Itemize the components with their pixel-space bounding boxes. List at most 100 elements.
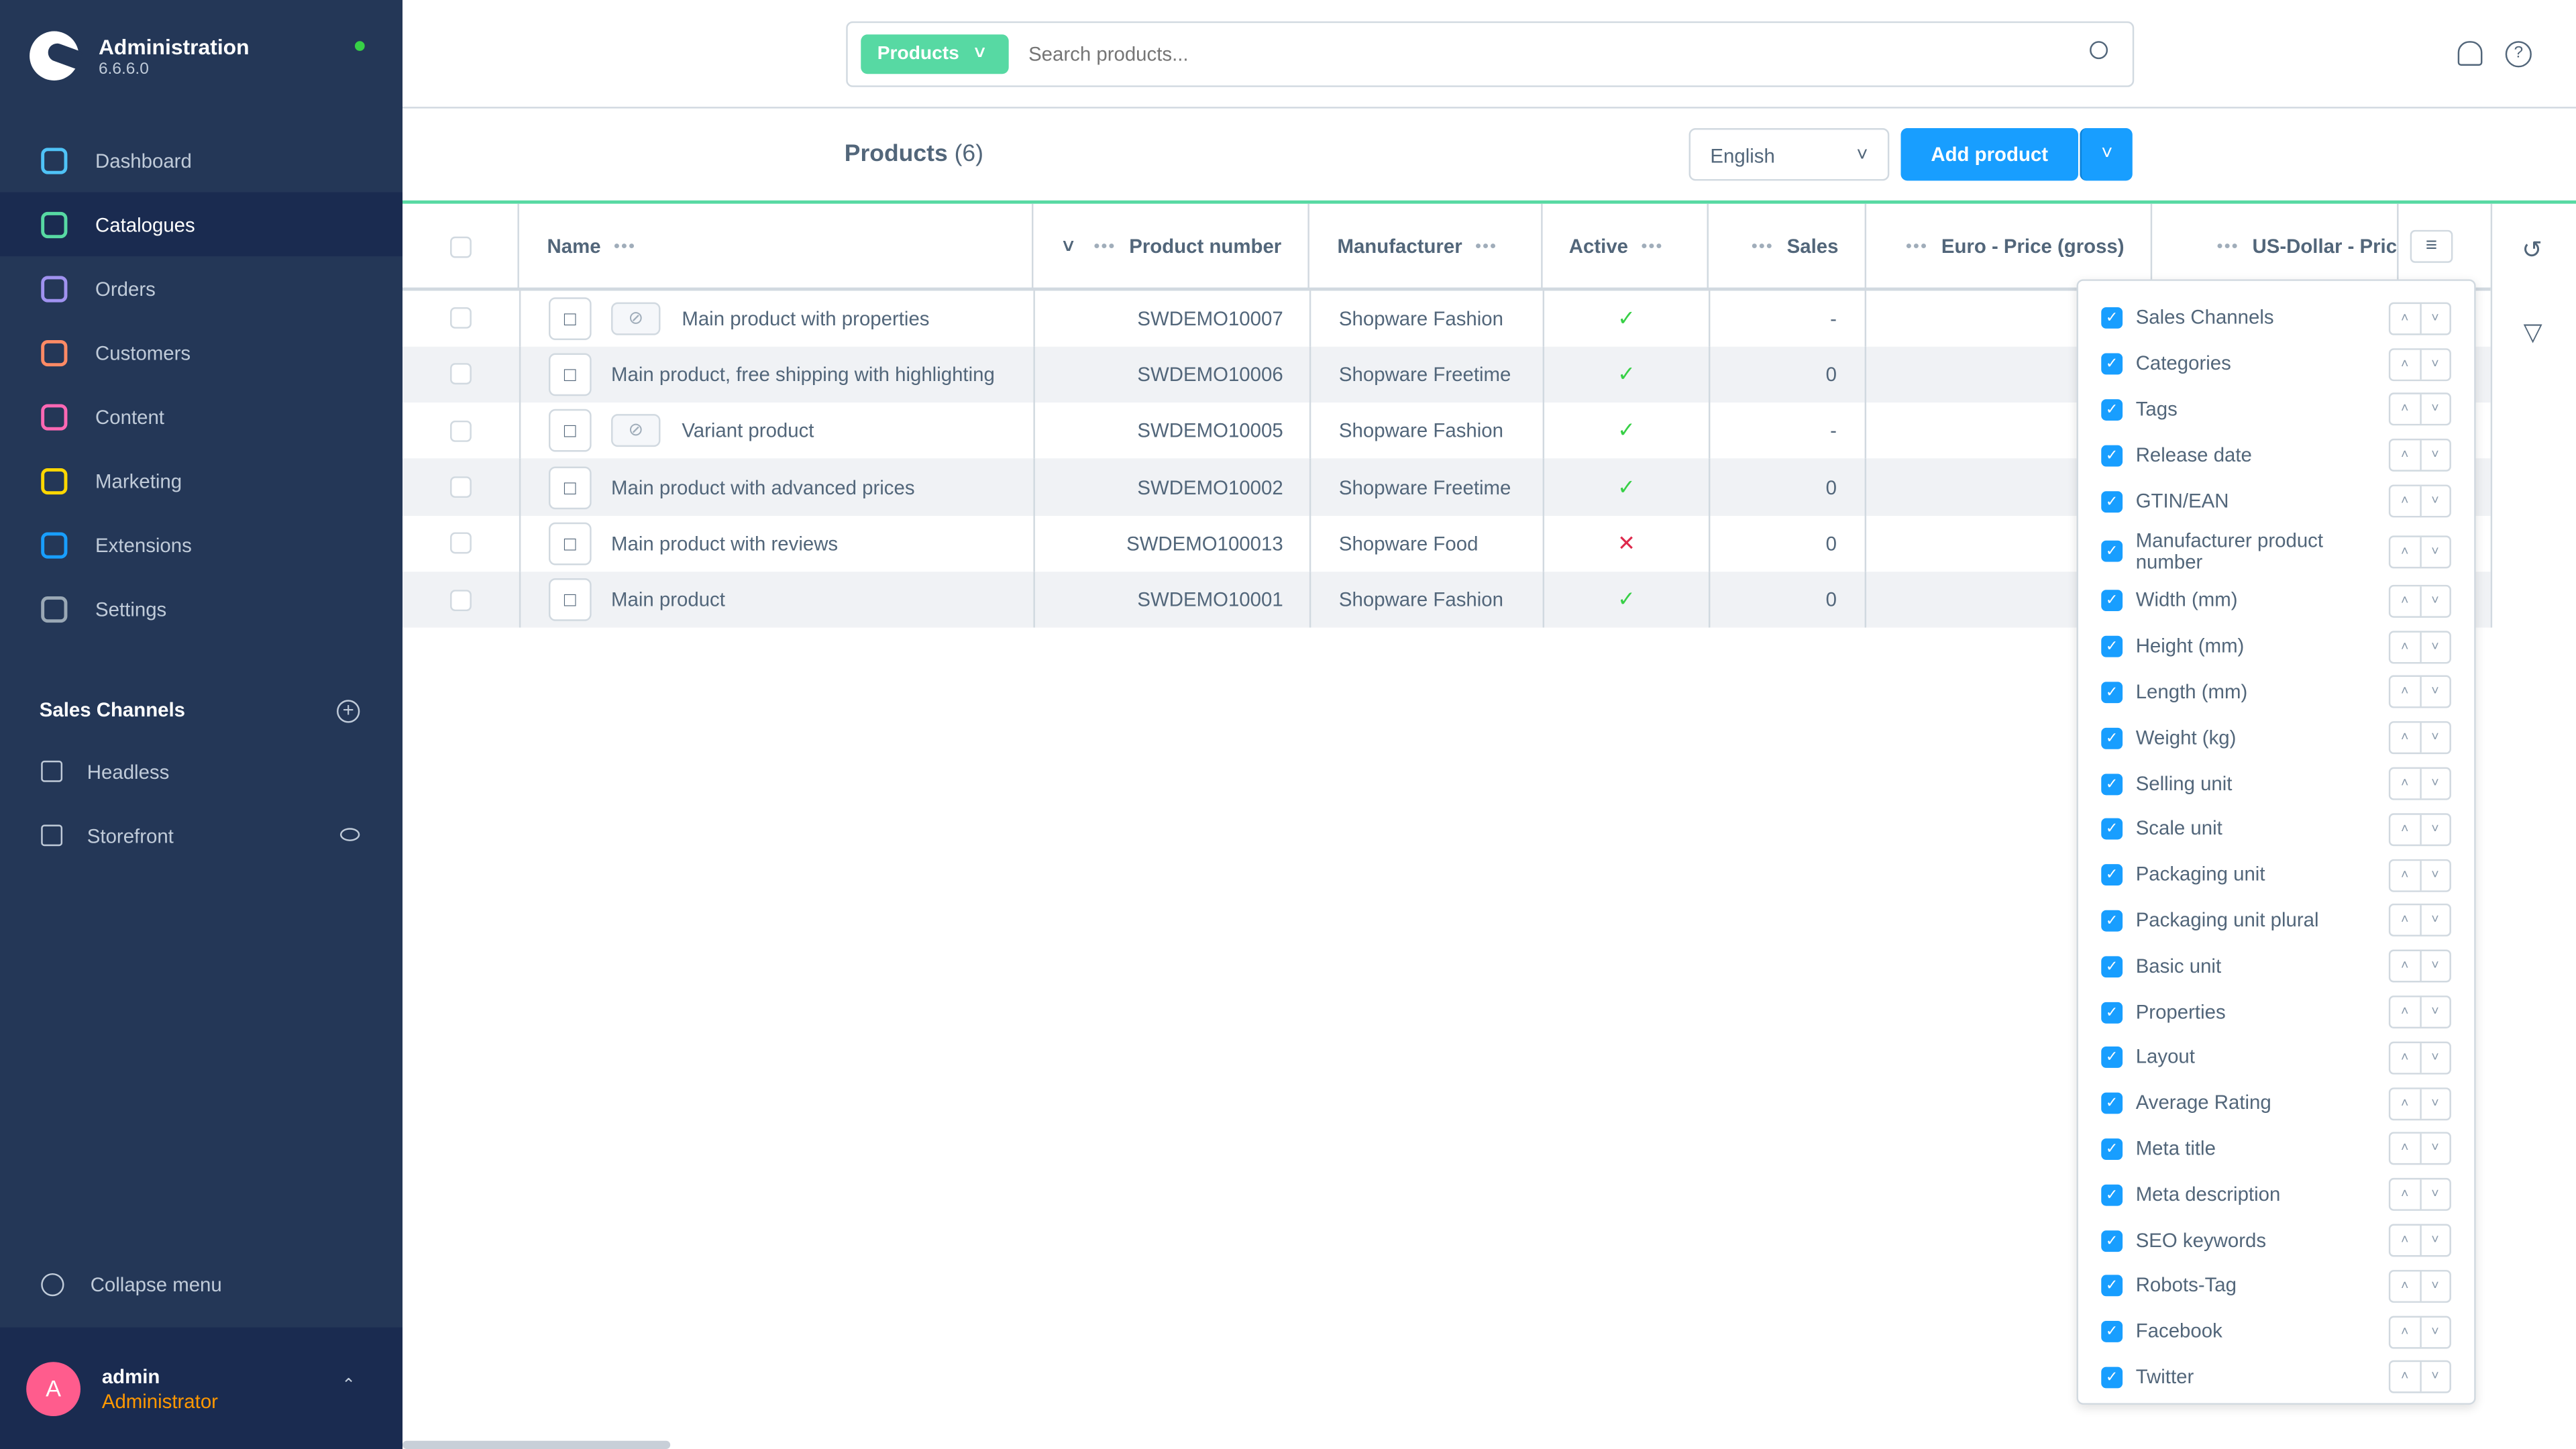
move-down-button[interactable]: ˅ bbox=[2421, 906, 2450, 936]
move-down-button[interactable]: ˅ bbox=[2421, 678, 2450, 707]
product-name-link[interactable]: Main product with reviews bbox=[611, 532, 838, 555]
product-name-link[interactable]: Main product with properties bbox=[682, 307, 929, 329]
move-up-button[interactable]: ˄ bbox=[2390, 1317, 2421, 1347]
move-down-button[interactable]: ˅ bbox=[2421, 537, 2450, 566]
column-visibility-checkbox[interactable]: ✓ bbox=[2101, 1275, 2123, 1297]
column-visibility-checkbox[interactable]: ✓ bbox=[2101, 1001, 2123, 1023]
eye-icon[interactable] bbox=[339, 828, 360, 841]
move-down-button[interactable]: ˅ bbox=[2421, 632, 2450, 661]
column-visibility-checkbox[interactable]: ✓ bbox=[2101, 1184, 2123, 1206]
move-down-button[interactable]: ˅ bbox=[2421, 486, 2450, 516]
column-menu-icon[interactable]: ••• bbox=[1475, 237, 1497, 256]
column-menu-icon[interactable]: ••• bbox=[1906, 237, 1928, 256]
column-header[interactable]: ••• Euro - Price (gross) bbox=[1866, 203, 2153, 290]
sidebar-item-content[interactable]: Content bbox=[0, 384, 402, 449]
filter-icon[interactable]: ▽ bbox=[2524, 317, 2542, 347]
column-visibility-checkbox[interactable]: ✓ bbox=[2101, 727, 2123, 749]
move-up-button[interactable]: ˄ bbox=[2390, 860, 2421, 890]
product-name-link[interactable]: Main product bbox=[611, 588, 725, 611]
column-menu-icon[interactable]: ••• bbox=[2217, 237, 2239, 256]
column-header[interactable]: ••• Sales bbox=[1709, 203, 1867, 290]
move-up-button[interactable]: ˄ bbox=[2390, 441, 2421, 471]
move-up-button[interactable]: ˄ bbox=[2390, 906, 2421, 936]
move-down-button[interactable]: ˅ bbox=[2421, 861, 2450, 890]
move-down-button[interactable]: ˅ bbox=[2421, 441, 2450, 470]
move-up-button[interactable]: ˄ bbox=[2390, 1271, 2421, 1301]
sidebar-item-settings[interactable]: Settings bbox=[0, 577, 402, 641]
search-input[interactable] bbox=[1028, 36, 2047, 72]
column-visibility-checkbox[interactable]: ✓ bbox=[2101, 1046, 2123, 1069]
column-settings-button[interactable]: ≡ bbox=[2410, 229, 2453, 263]
column-visibility-checkbox[interactable]: ✓ bbox=[2101, 636, 2123, 658]
move-down-button[interactable]: ˅ bbox=[2421, 350, 2450, 379]
product-name-link[interactable]: Main product with advanced prices bbox=[611, 476, 914, 498]
move-up-button[interactable]: ˄ bbox=[2390, 349, 2421, 379]
move-down-button[interactable]: ˅ bbox=[2421, 952, 2450, 981]
move-down-button[interactable]: ˅ bbox=[2421, 1089, 2450, 1118]
row-checkbox[interactable] bbox=[450, 364, 472, 386]
move-up-button[interactable]: ˄ bbox=[2390, 814, 2421, 845]
move-down-button[interactable]: ˅ bbox=[2421, 1043, 2450, 1073]
move-down-button[interactable]: ˅ bbox=[2421, 395, 2450, 425]
language-select[interactable]: English ˅ bbox=[1688, 128, 1890, 181]
column-visibility-checkbox[interactable]: ✓ bbox=[2101, 864, 2123, 886]
row-checkbox[interactable] bbox=[450, 307, 472, 329]
move-up-button[interactable]: ˄ bbox=[2390, 1134, 2421, 1165]
move-down-button[interactable]: ˅ bbox=[2421, 769, 2450, 798]
move-up-button[interactable]: ˄ bbox=[2390, 486, 2421, 517]
move-up-button[interactable]: ˄ bbox=[2390, 1088, 2421, 1119]
move-down-button[interactable]: ˅ bbox=[2421, 304, 2450, 333]
move-up-button[interactable]: ˄ bbox=[2390, 536, 2421, 566]
product-name-link[interactable]: Main product, free shipping with highlig… bbox=[611, 363, 995, 386]
add-product-button[interactable]: Add product bbox=[1900, 128, 2078, 181]
horizontal-scrollbar[interactable] bbox=[402, 1440, 671, 1449]
column-visibility-checkbox[interactable]: ✓ bbox=[2101, 445, 2123, 466]
column-visibility-checkbox[interactable]: ✓ bbox=[2101, 490, 2123, 513]
column-visibility-checkbox[interactable]: ✓ bbox=[2101, 910, 2123, 932]
move-up-button[interactable]: ˄ bbox=[2390, 632, 2421, 662]
move-down-button[interactable]: ˅ bbox=[2421, 1226, 2450, 1255]
sidebar-item-extensions[interactable]: Extensions bbox=[0, 513, 402, 577]
move-up-button[interactable]: ˄ bbox=[2390, 394, 2421, 425]
user-menu[interactable]: A admin Administrator ⌃ bbox=[0, 1327, 403, 1449]
move-down-button[interactable]: ˅ bbox=[2421, 586, 2450, 616]
search-module-select[interactable]: Products ˅ bbox=[861, 34, 1009, 74]
column-visibility-checkbox[interactable]: ✓ bbox=[2101, 307, 2123, 329]
sales-channel-storefront[interactable]: Storefront bbox=[0, 804, 402, 868]
column-menu-icon[interactable]: ••• bbox=[1752, 237, 1774, 256]
sales-channel-headless[interactable]: Headless bbox=[0, 739, 402, 804]
add-product-dropdown-button[interactable]: ˅ bbox=[2080, 128, 2133, 181]
column-visibility-checkbox[interactable]: ✓ bbox=[2101, 682, 2123, 704]
column-menu-icon[interactable]: ••• bbox=[614, 237, 636, 256]
move-down-button[interactable]: ˅ bbox=[2421, 1134, 2450, 1164]
move-up-button[interactable]: ˄ bbox=[2390, 951, 2421, 981]
move-up-button[interactable]: ˄ bbox=[2390, 1362, 2421, 1393]
move-up-button[interactable]: ˄ bbox=[2390, 586, 2421, 616]
column-menu-icon[interactable]: ••• bbox=[1642, 237, 1664, 256]
move-down-button[interactable]: ˅ bbox=[2421, 814, 2450, 844]
row-checkbox[interactable] bbox=[450, 533, 472, 555]
row-checkbox[interactable] bbox=[450, 420, 472, 442]
search-icon[interactable] bbox=[2090, 41, 2108, 60]
column-visibility-checkbox[interactable]: ✓ bbox=[2101, 1366, 2123, 1389]
row-checkbox[interactable] bbox=[450, 589, 472, 611]
column-visibility-checkbox[interactable]: ✓ bbox=[2101, 773, 2123, 795]
sidebar-item-orders[interactable]: Orders bbox=[0, 256, 402, 321]
add-sales-channel-icon[interactable]: + bbox=[337, 700, 360, 723]
move-up-button[interactable]: ˄ bbox=[2390, 769, 2421, 799]
column-header[interactable]: Name ••• bbox=[519, 203, 1034, 290]
row-checkbox[interactable] bbox=[450, 476, 472, 498]
select-all-checkbox[interactable] bbox=[449, 235, 471, 258]
bell-icon[interactable] bbox=[2457, 41, 2483, 66]
column-visibility-checkbox[interactable]: ✓ bbox=[2101, 818, 2123, 841]
column-visibility-checkbox[interactable]: ✓ bbox=[2101, 590, 2123, 612]
move-down-button[interactable]: ˅ bbox=[2421, 723, 2450, 753]
column-menu-icon[interactable]: ••• bbox=[1094, 237, 1116, 256]
move-down-button[interactable]: ˅ bbox=[2421, 1362, 2450, 1392]
column-visibility-checkbox[interactable]: ✓ bbox=[2101, 353, 2123, 375]
sidebar-item-dashboard[interactable]: Dashboard bbox=[0, 128, 402, 193]
column-visibility-checkbox[interactable]: ✓ bbox=[2101, 1321, 2123, 1343]
move-up-button[interactable]: ˄ bbox=[2390, 303, 2421, 333]
sort-desc-icon[interactable]: ˅ bbox=[1063, 235, 1074, 258]
move-up-button[interactable]: ˄ bbox=[2390, 723, 2421, 753]
